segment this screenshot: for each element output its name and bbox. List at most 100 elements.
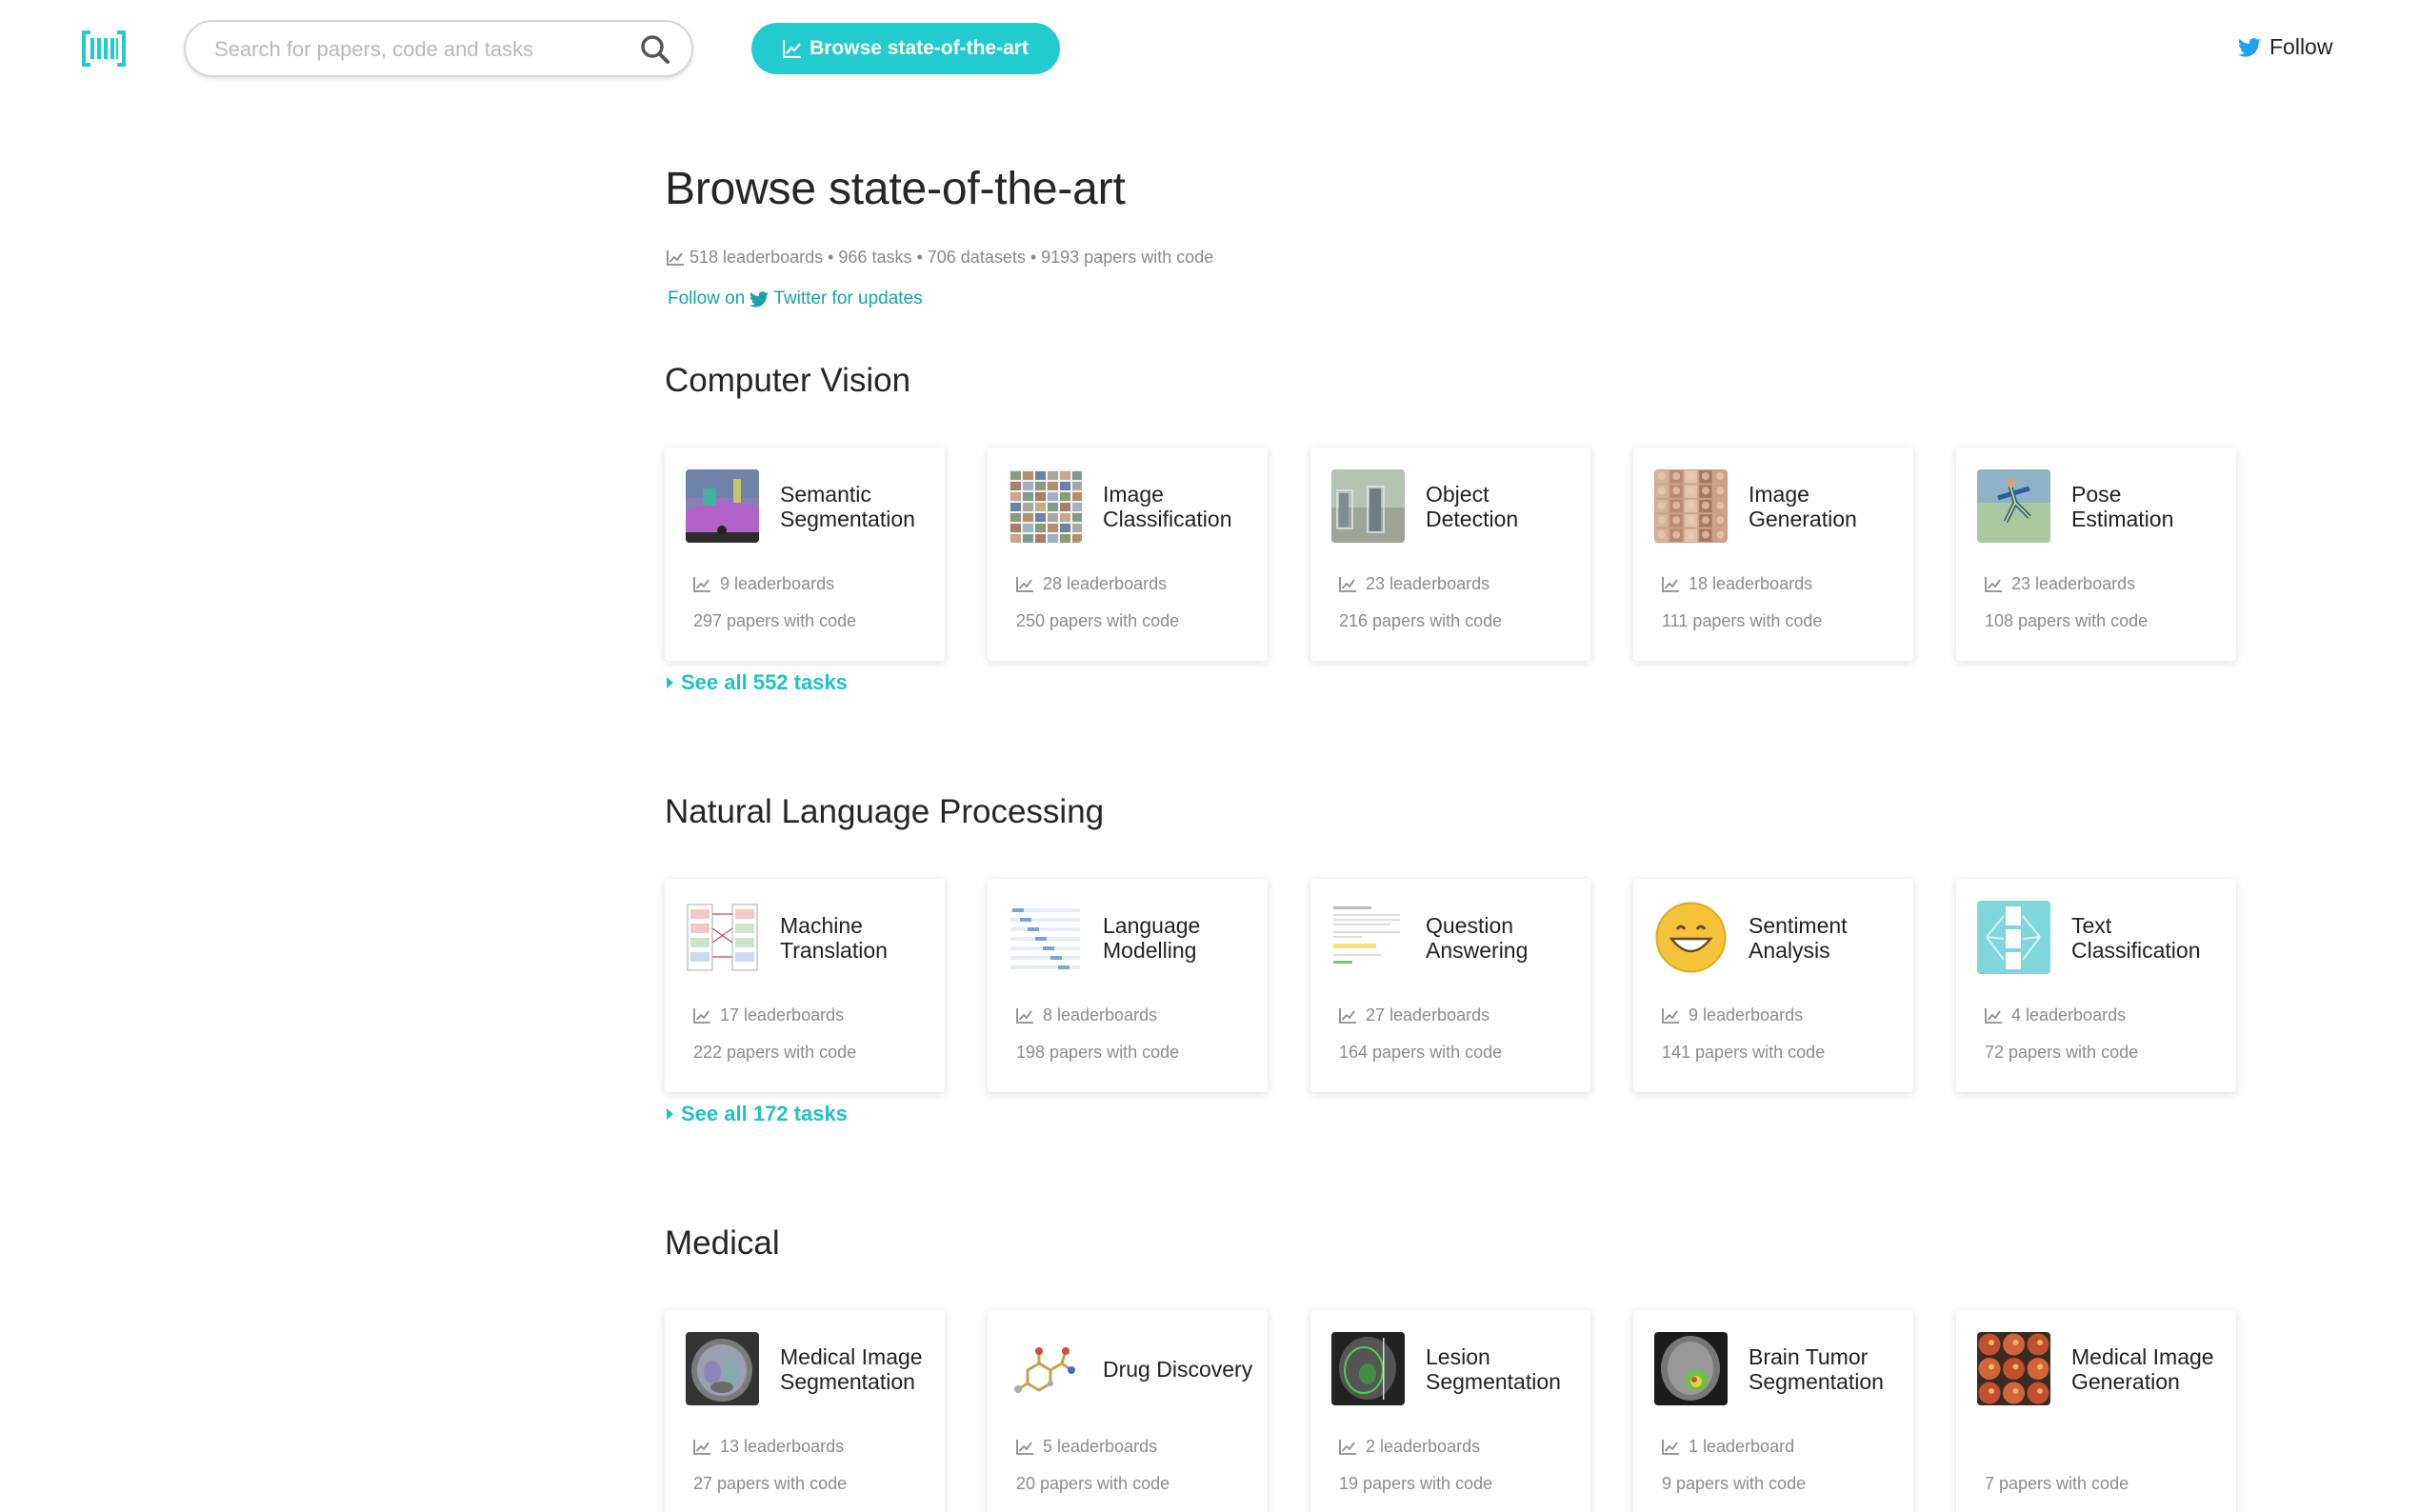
navbar: Browse state-of-the-art Follow (0, 0, 2419, 99)
leaderboards-count: 18 leaderboards (1662, 574, 1812, 594)
task-thumbnail-image (686, 901, 759, 974)
papers-count: 141 papers with code (1662, 1043, 1825, 1063)
task-card[interactable]: Image Generation 18 leaderboards 111 paper… (1633, 448, 1913, 661)
task-card[interactable]: Image Classification 28 leaderboards 250 p… (988, 448, 1268, 661)
task-thumbnail-image (1009, 469, 1082, 543)
chart-line-icon (1339, 576, 1356, 592)
papers-text: 198 papers with code (1016, 1043, 1180, 1062)
task-thumbnail-image (1331, 469, 1405, 543)
chart-line-icon (1016, 1439, 1033, 1455)
see-all-tasks-link[interactable]: See all 552 tasks (667, 670, 848, 695)
task-card[interactable]: Lesion Segmentation 2 leaderboards 19 pape… (1310, 1310, 1590, 1512)
papers-count: 198 papers with code (1016, 1043, 1179, 1063)
leaderboards-count: 23 leaderboards (1985, 574, 2135, 594)
papers-count: 27 papers with code (693, 1474, 847, 1494)
section-medical: Medical Medical Image Segmentation 13 lead… (665, 1224, 2236, 1512)
papers-count: 297 papers with code (693, 611, 856, 631)
papers-text: 27 papers with code (693, 1474, 848, 1493)
search-icon[interactable] (640, 34, 670, 65)
papers-text: 141 papers with code (1662, 1043, 1826, 1062)
task-title: Image Generation (1749, 481, 1857, 531)
browse-sota-label: Browse state-of-the-art (810, 37, 1029, 59)
chart-line-icon (693, 1007, 710, 1024)
leaderboards-text: 4 leaderboards (2011, 1005, 2127, 1025)
follow-label: Follow (2269, 34, 2333, 59)
leaderboards-text: 9 leaderboards (1689, 1005, 1804, 1025)
task-title: Machine Translation (780, 912, 888, 963)
task-title: Medical Image Generation (2071, 1343, 2214, 1394)
task-title: Image Classification (1103, 481, 1232, 531)
stats-text: 518 leaderboards • 966 tasks • 706 datas… (690, 248, 1214, 267)
leaderboards-text: 23 leaderboards (2011, 574, 2136, 593)
leaderboards-text: 17 leaderboards (720, 1005, 845, 1025)
chart-line-icon (783, 40, 802, 58)
page-header: Browse state-of-the-art 518 leaderboards… (665, 162, 2236, 308)
stats-line: 518 leaderboards • 966 tasks • 706 datas… (667, 248, 1213, 268)
papers-count: 108 papers with code (1985, 611, 2148, 631)
see-all-tasks-link[interactable]: See all 172 tasks (667, 1102, 848, 1126)
task-title: Semantic Segmentation (780, 481, 915, 531)
chart-line-icon (693, 576, 710, 592)
task-thumbnail-image (1331, 901, 1405, 974)
task-thumbnail-image (1009, 1332, 1082, 1405)
caret-right-icon (667, 677, 673, 688)
chart-line-icon (1016, 576, 1033, 592)
leaderboards-text: 5 leaderboards (1043, 1437, 1158, 1456)
papers-text: 216 papers with code (1339, 611, 1503, 630)
task-thumbnail-image (1331, 1332, 1405, 1405)
leaderboards-count: 9 leaderboards (693, 574, 834, 594)
leaderboards-text: 27 leaderboards (1366, 1005, 1490, 1025)
task-card[interactable]: Text Classification 4 leaderboards 72 pape… (1956, 879, 2236, 1092)
leaderboards-count: 1 leaderboard (1662, 1437, 1794, 1457)
see-all-label: See all 552 tasks (681, 670, 848, 694)
search-input[interactable] (214, 35, 624, 64)
leaderboards-text: 2 leaderboards (1366, 1437, 1481, 1456)
leaderboards-count: 4 leaderboards (1985, 1005, 2126, 1025)
papers-count: 111 papers with code (1662, 611, 1822, 631)
task-title: Text Classification (2071, 912, 2201, 963)
leaderboards-text: 28 leaderboards (1043, 574, 1168, 593)
page-title: Browse state-of-the-art (665, 164, 1126, 214)
section-title: Computer Vision (665, 362, 911, 399)
chart-line-icon (1662, 576, 1679, 592)
task-card-row: Medical Image Segmentation 13 leaderboard… (665, 1310, 2236, 1512)
task-card[interactable]: Machine Translation 17 leaderboards 222 pa… (665, 879, 945, 1092)
papers-count: 164 papers with code (1339, 1043, 1502, 1063)
follow-twitter-button[interactable]: Follow (2238, 34, 2332, 60)
task-card[interactable]: Semantic Segmentation 9 leaderboards 297 p… (665, 448, 945, 661)
papers-text: 250 papers with code (1016, 611, 1180, 630)
chart-line-icon (1985, 576, 2002, 592)
task-card[interactable]: Language Modelling 8 leaderboards 198 pape… (988, 879, 1268, 1092)
twitter-icon (750, 290, 770, 307)
task-card[interactable]: Object Detection 23 leaderboards 216 paper… (1310, 448, 1590, 661)
task-title: Sentiment Analysis (1749, 912, 1848, 963)
leaderboards-count: 5 leaderboards (1016, 1437, 1157, 1457)
task-card[interactable]: Pose Estimation 23 leaderboards 108 papers… (1956, 448, 2236, 661)
task-thumbnail-image (686, 469, 759, 543)
twitter-icon (2238, 37, 2261, 57)
task-card[interactable]: Drug Discovery 5 leaderboards 20 papers wi… (988, 1310, 1268, 1512)
papers-text: 164 papers with code (1339, 1043, 1503, 1062)
task-card[interactable]: Question Answering 27 leaderboards 164 pap… (1310, 879, 1590, 1092)
section-natural-language-processing: Natural Language Processing Machine Trans… (665, 793, 2236, 1125)
task-thumbnail-image (686, 1332, 759, 1405)
leaderboards-text: 13 leaderboards (720, 1437, 845, 1456)
task-card-row: Semantic Segmentation 9 leaderboards 297 p… (665, 448, 2236, 661)
papers-text: 222 papers with code (693, 1043, 857, 1062)
task-card[interactable]: Medical Image Generation 7 papers with co… (1956, 1310, 2236, 1512)
section-title: Natural Language Processing (665, 793, 1105, 830)
leaderboards-count: 17 leaderboards (693, 1005, 844, 1025)
task-card[interactable]: Sentiment Analysis 9 leaderboards 141 pape… (1633, 879, 1913, 1092)
twitter-updates-link[interactable]: Follow on Twitter for updates (668, 288, 923, 309)
task-card[interactable]: Brain Tumor Segmentation 1 leaderboard 9 p… (1633, 1310, 1913, 1512)
chart-line-icon (1339, 1439, 1356, 1455)
browse-sota-button[interactable]: Browse state-of-the-art (751, 23, 1060, 74)
papers-count: 250 papers with code (1016, 611, 1179, 631)
search-box[interactable] (184, 20, 693, 77)
task-card[interactable]: Medical Image Segmentation 13 leaderboard… (665, 1310, 945, 1512)
logo-icon[interactable] (82, 30, 126, 67)
papers-count: 9 papers with code (1662, 1474, 1806, 1494)
papers-text: 7 papers with code (1985, 1474, 2129, 1493)
task-title: Object Detection (1426, 481, 1519, 531)
papers-text: 108 papers with code (1985, 611, 2149, 630)
